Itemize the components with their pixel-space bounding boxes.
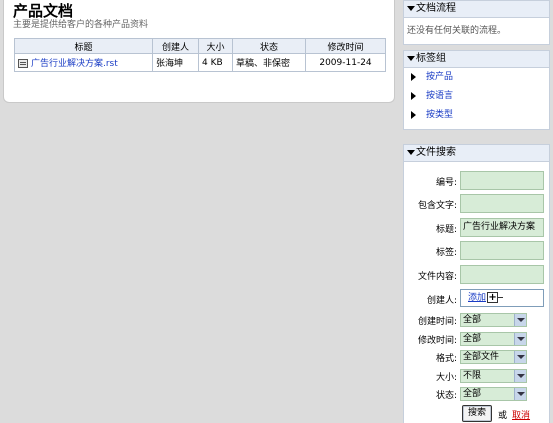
workflow-header[interactable]: 文档流程 <box>404 1 549 18</box>
tag-item-language[interactable]: 按语言 <box>404 87 549 106</box>
status-label: 状态: <box>435 391 457 401</box>
file-table: 标题 创建人 大小 状态 修改时间 广告行业解决方案.rst 张海坤 4 KB … <box>14 38 386 72</box>
tag-item-product[interactable]: 按产品 <box>404 68 549 87</box>
chevron-down-icon[interactable] <box>514 314 526 326</box>
created-time-value: 全部 <box>463 315 482 325</box>
creator-label: 创建人: <box>426 296 457 306</box>
format-label: 格式: <box>435 354 457 364</box>
title-label: 标题: <box>435 225 457 235</box>
or-text: 或 <box>498 411 508 421</box>
chevron-down-icon[interactable] <box>514 370 526 382</box>
workflow-box: 文档流程 还没有任何关联的流程。 <box>403 0 550 45</box>
contains-text-input[interactable] <box>460 194 544 213</box>
created-time-select[interactable]: 全部 <box>460 313 527 327</box>
tags-header[interactable]: 标签组 <box>404 51 549 68</box>
status-select[interactable]: 全部 <box>460 387 527 401</box>
chevron-down-icon[interactable] <box>514 351 526 363</box>
expand-triangle-icon[interactable] <box>411 91 416 100</box>
chevron-down-icon[interactable] <box>514 388 526 400</box>
tag-input[interactable] <box>460 241 544 260</box>
add-creator-link[interactable]: 添加 <box>468 293 486 303</box>
number-input[interactable] <box>460 171 544 190</box>
collapse-triangle-icon <box>407 149 415 155</box>
size-value: 不限 <box>463 371 482 381</box>
modified-time-select[interactable]: 全部 <box>460 332 527 346</box>
collapse-triangle-icon <box>407 55 415 61</box>
cancel-link[interactable]: 取消 <box>512 408 530 421</box>
search-header[interactable]: 文件搜索 <box>404 145 549 162</box>
table-row[interactable]: 广告行业解决方案.rst 张海坤 4 KB 草稿、非保密 2009-11-24 <box>14 53 386 72</box>
search-header-label: 文件搜索 <box>416 147 456 158</box>
status-value: 全部 <box>463 389 482 399</box>
file-icon <box>18 59 28 68</box>
expand-triangle-icon[interactable] <box>411 110 416 119</box>
modified-time-value: 全部 <box>463 334 482 344</box>
cell-creator: 张海坤 <box>152 53 199 72</box>
format-select[interactable]: 全部文件 <box>460 350 527 364</box>
tag-item-type[interactable]: 按类型 <box>404 106 549 125</box>
column-header-creator[interactable]: 创建人 <box>152 38 199 54</box>
right-sidebar: 文档流程 还没有任何关联的流程。 标签组 按产品 按语言 按类型 文件搜索 编号… <box>403 0 550 423</box>
cell-status: 草稿、非保密 <box>232 53 306 72</box>
column-header-modified[interactable]: 修改时间 <box>305 38 386 54</box>
page-subtitle: 主要是提供给客户的各种产品资料 <box>13 20 149 30</box>
format-value: 全部文件 <box>463 352 500 362</box>
created-time-label: 创建时间: <box>417 317 457 327</box>
table-header-row: 标题 创建人 大小 状态 修改时间 <box>14 38 386 54</box>
cell-title[interactable]: 广告行业解决方案.rst <box>14 53 153 72</box>
chevron-down-icon[interactable] <box>514 333 526 345</box>
creator-picker[interactable]: 添加 + <box>460 289 544 307</box>
plus-icon[interactable]: + <box>487 292 499 303</box>
file-search-box: 文件搜索 编号: 包含文字: 标题: 广告行业解决方案 标签: 文件内容: 创建… <box>403 144 550 423</box>
tags-header-label: 标签组 <box>416 53 446 64</box>
modified-time-label: 修改时间: <box>417 336 457 346</box>
tag-label: 标签: <box>435 248 457 258</box>
expand-triangle-icon[interactable] <box>411 72 416 81</box>
number-label: 编号: <box>435 178 457 188</box>
contains-text-label: 包含文字: <box>417 201 457 211</box>
product-docs-panel: 产品文档 主要是提供给客户的各种产品资料 标题 创建人 大小 状态 修改时间 广… <box>3 0 395 103</box>
cell-size: 4 KB <box>198 53 233 72</box>
workflow-note: 还没有任何关联的流程。 <box>407 26 507 36</box>
size-label: 大小: <box>435 373 457 383</box>
column-header-status[interactable]: 状态 <box>232 38 306 54</box>
tag-item-label[interactable]: 按语言 <box>426 91 453 101</box>
collapse-triangle-icon <box>407 5 415 11</box>
content-label: 文件内容: <box>417 272 457 282</box>
content-input[interactable] <box>460 265 544 284</box>
cell-modified: 2009-11-24 <box>305 53 386 72</box>
title-input[interactable]: 广告行业解决方案 <box>460 218 544 237</box>
file-link[interactable]: 广告行业解决方案.rst <box>31 59 118 69</box>
size-select[interactable]: 不限 <box>460 369 527 383</box>
column-header-title[interactable]: 标题 <box>14 38 153 54</box>
line-icon <box>498 297 504 298</box>
search-button[interactable]: 搜索 <box>462 405 492 422</box>
tags-box: 标签组 按产品 按语言 按类型 <box>403 50 550 130</box>
tag-item-label[interactable]: 按产品 <box>426 72 453 82</box>
workflow-header-label: 文档流程 <box>416 3 456 14</box>
tag-item-label[interactable]: 按类型 <box>426 110 453 120</box>
column-header-size[interactable]: 大小 <box>198 38 233 54</box>
